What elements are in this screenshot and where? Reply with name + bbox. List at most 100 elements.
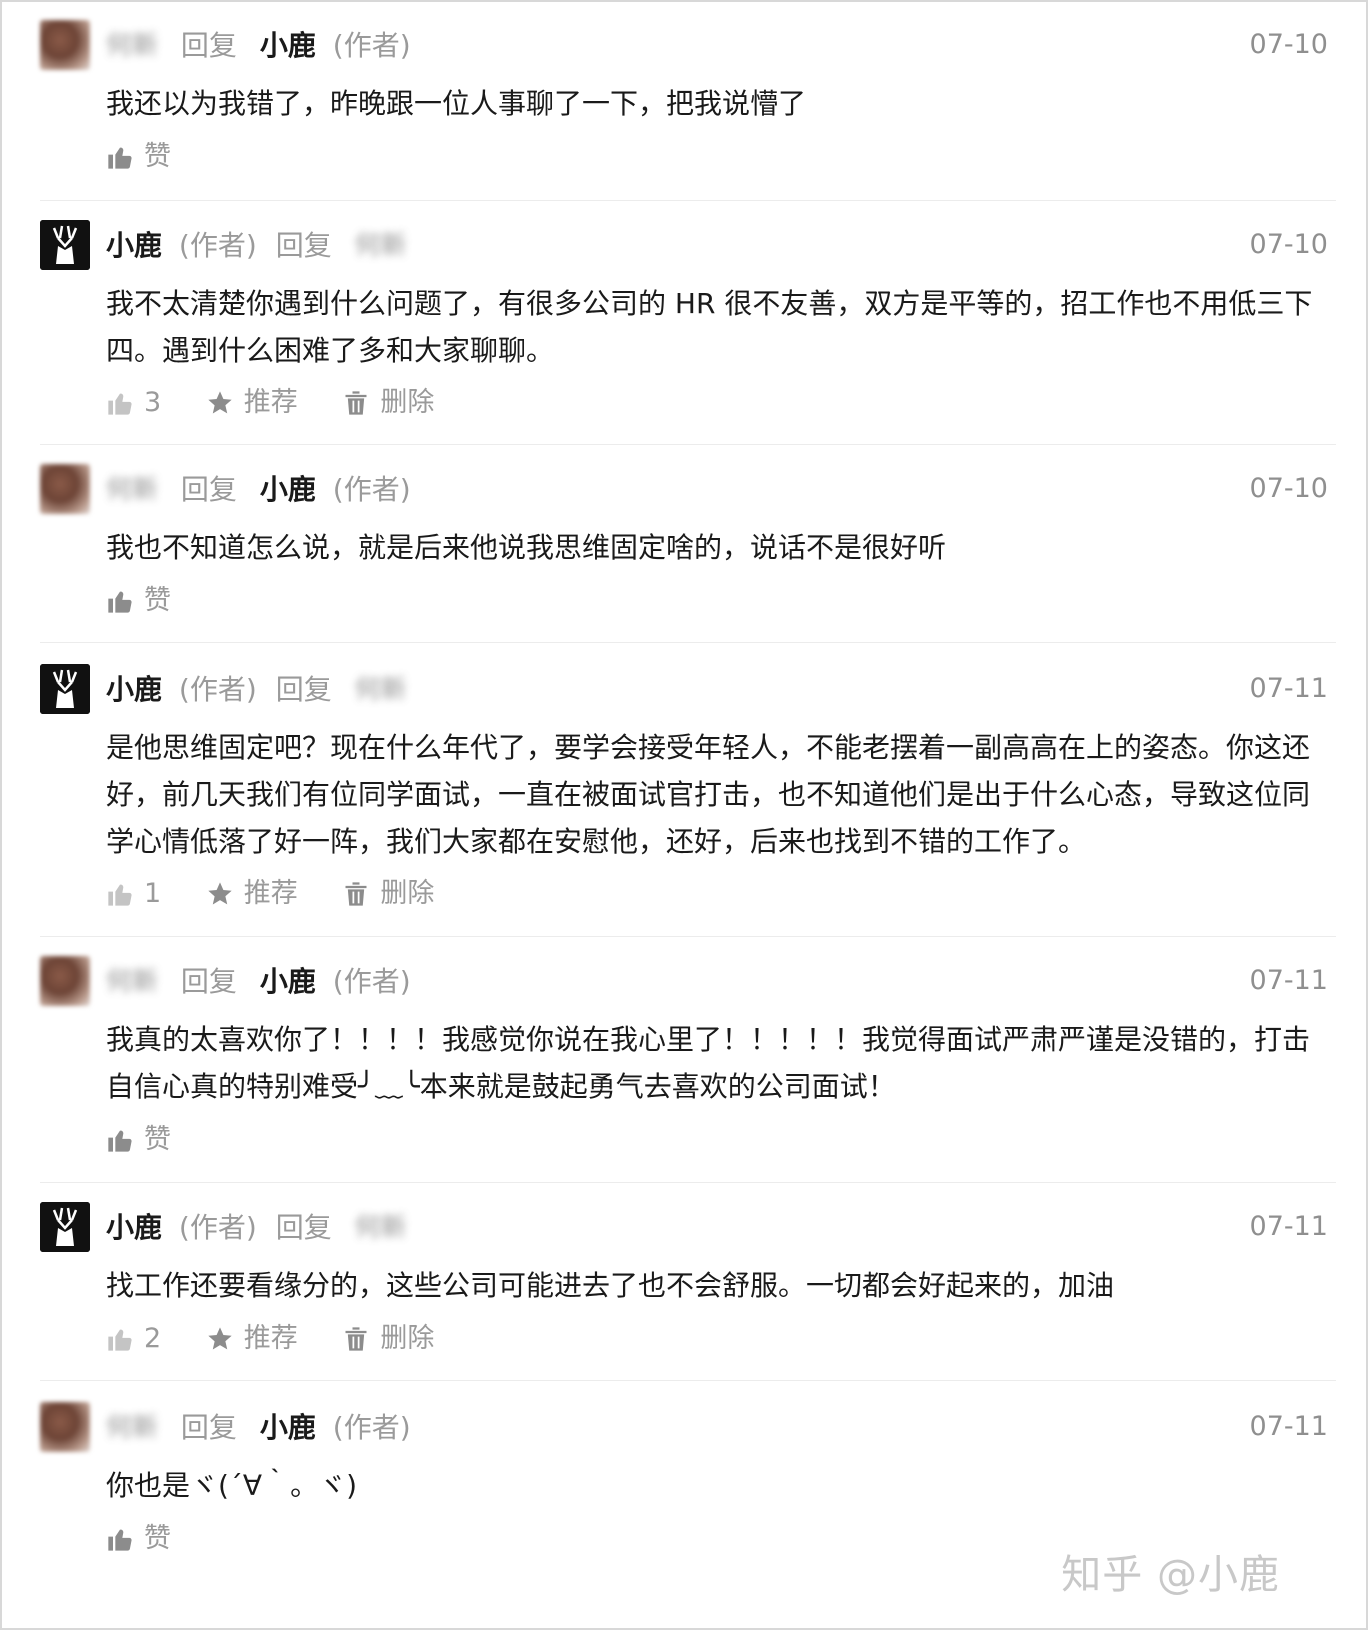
author-name[interactable]: 小鹿 xyxy=(260,29,316,62)
thumbs-up-icon xyxy=(106,143,134,171)
comment-item: 小鹿 (作者) 回复 何新 07-10 我不太清楚你遇到什么问题了，有很多公司的… xyxy=(40,220,1336,445)
author-tag: (作者) xyxy=(332,473,411,506)
reply-word: 回复 xyxy=(180,29,237,62)
comment-date: 07-11 xyxy=(1249,965,1328,996)
delete-button[interactable]: 删除 xyxy=(342,874,434,914)
comment-item: 小鹿 (作者) 回复 何新 07-11 是他思维固定吧？现在什么年代了，要学会接… xyxy=(40,664,1336,937)
comment-date: 07-11 xyxy=(1249,673,1328,704)
comment-text: 我还以为我错了，昨晚跟一位人事聊了一下，把我说懵了 xyxy=(106,87,807,120)
author-name[interactable]: 小鹿 xyxy=(260,965,316,998)
comment-actions: 1 推荐 删除 xyxy=(106,874,470,914)
like-label: 赞 xyxy=(144,585,171,616)
author-name[interactable]: 小鹿 xyxy=(106,1211,162,1244)
thumbs-up-icon xyxy=(106,1325,134,1353)
author-avatar[interactable] xyxy=(40,220,90,270)
star-icon xyxy=(206,1325,234,1353)
comment-item: 何新 回复 小鹿 (作者) 07-11 我真的太喜欢你了！！！！我感觉你说在我心… xyxy=(40,956,1336,1183)
comment-date: 07-10 xyxy=(1249,29,1328,60)
user-name[interactable]: 何新 xyxy=(355,221,407,271)
author-avatar[interactable] xyxy=(40,664,90,714)
comment-text: 找工作还要看缘分的，这些公司可能进去了也不会舒服。一切都会好起来的，加油 xyxy=(106,1269,1115,1302)
trash-icon xyxy=(342,1325,370,1353)
deer-icon xyxy=(40,220,90,270)
like-button[interactable]: 赞 xyxy=(106,1120,171,1160)
comment-text: 我也不知道怎么说，就是后来他说我思维固定啥的，说话不是很好听 xyxy=(106,531,947,564)
delete-button[interactable]: 删除 xyxy=(342,383,434,423)
reply-word: 回复 xyxy=(275,229,332,262)
author-tag: (作者) xyxy=(178,1211,257,1244)
like-button[interactable]: 3 xyxy=(106,383,161,423)
thumbs-up-icon xyxy=(106,1126,134,1154)
avatar[interactable] xyxy=(40,1402,90,1452)
avatar[interactable] xyxy=(40,20,90,70)
comment-actions: 3 推荐 删除 xyxy=(106,383,470,423)
reply-word: 回复 xyxy=(180,473,237,506)
author-tag: (作者) xyxy=(178,673,257,706)
user-name[interactable]: 何新 xyxy=(106,21,158,71)
like-button[interactable]: 赞 xyxy=(106,137,171,177)
like-count: 1 xyxy=(144,878,162,909)
thumbs-up-icon xyxy=(106,880,134,908)
author-tag: (作者) xyxy=(332,965,411,998)
like-button[interactable]: 赞 xyxy=(106,1519,171,1559)
delete-label: 删除 xyxy=(380,387,435,418)
delete-label: 删除 xyxy=(380,878,435,909)
comment-actions: 赞 xyxy=(106,137,207,177)
like-button[interactable]: 1 xyxy=(106,874,161,914)
comment-thread-frame: 何新 回复 小鹿 (作者) 07-10 我还以为我错了，昨晚跟一位人事聊了一下，… xyxy=(0,0,1368,1630)
comment-text: 你也是ヾ(´∀｀。ヾ) xyxy=(106,1469,358,1502)
user-name[interactable]: 何新 xyxy=(106,465,158,515)
author-name[interactable]: 小鹿 xyxy=(106,229,162,262)
comment-actions: 赞 xyxy=(106,1519,207,1559)
comment-date: 07-11 xyxy=(1249,1211,1328,1242)
user-name[interactable]: 何新 xyxy=(355,665,407,715)
comment-text: 是他思维固定吧？现在什么年代了，要学会接受年轻人，不能老摆着一副高高在上的姿态。… xyxy=(106,731,1311,858)
like-label: 赞 xyxy=(144,141,171,172)
thumbs-up-icon xyxy=(106,587,134,615)
comment-date: 07-10 xyxy=(1249,229,1328,260)
reply-word: 回复 xyxy=(180,1411,237,1444)
avatar[interactable] xyxy=(40,464,90,514)
like-count: 2 xyxy=(144,1323,162,1354)
like-button[interactable]: 2 xyxy=(106,1319,161,1359)
star-icon xyxy=(206,880,234,908)
comment-header: 何新 回复 小鹿 (作者) xyxy=(106,464,421,514)
recommend-label: 推荐 xyxy=(243,1323,298,1354)
like-button[interactable]: 赞 xyxy=(106,581,171,621)
recommend-button[interactable]: 推荐 xyxy=(206,383,298,423)
watermark: 知乎 @小鹿 xyxy=(1061,1552,1280,1598)
reply-word: 回复 xyxy=(180,965,237,998)
recommend-button[interactable]: 推荐 xyxy=(206,874,298,914)
comment-text: 我真的太喜欢你了！！！！我感觉你说在我心里了！！！！！我觉得面试严肃严谨是没错的… xyxy=(106,1023,1311,1103)
comment-header: 何新 回复 小鹿 (作者) xyxy=(106,1402,421,1452)
recommend-label: 推荐 xyxy=(243,878,298,909)
comment-item: 何新 回复 小鹿 (作者) 07-10 我还以为我错了，昨晚跟一位人事聊了一下，… xyxy=(40,20,1336,201)
author-name[interactable]: 小鹿 xyxy=(260,473,316,506)
comment-actions: 2 推荐 删除 xyxy=(106,1319,470,1359)
delete-button[interactable]: 删除 xyxy=(342,1319,434,1359)
trash-icon xyxy=(342,389,370,417)
delete-label: 删除 xyxy=(380,1323,435,1354)
avatar[interactable] xyxy=(40,956,90,1006)
thumbs-up-icon xyxy=(106,1525,134,1553)
comment-header: 小鹿 (作者) 回复 何新 xyxy=(106,220,421,270)
comment-header: 小鹿 (作者) 回复 何新 xyxy=(106,664,421,714)
user-name[interactable]: 何新 xyxy=(106,1403,158,1453)
trash-icon xyxy=(342,880,370,908)
author-tag: (作者) xyxy=(332,1411,411,1444)
author-name[interactable]: 小鹿 xyxy=(106,673,162,706)
author-tag: (作者) xyxy=(332,29,411,62)
user-name[interactable]: 何新 xyxy=(355,1203,407,1253)
comment-item: 何新 回复 小鹿 (作者) 07-10 我也不知道怎么说，就是后来他说我思维固定… xyxy=(40,464,1336,643)
recommend-button[interactable]: 推荐 xyxy=(206,1319,298,1359)
user-name[interactable]: 何新 xyxy=(106,957,158,1007)
star-icon xyxy=(206,389,234,417)
comment-actions: 赞 xyxy=(106,1120,207,1160)
comment-actions: 赞 xyxy=(106,581,207,621)
author-avatar[interactable] xyxy=(40,1202,90,1252)
deer-icon xyxy=(40,1202,90,1252)
author-tag: (作者) xyxy=(178,229,257,262)
comment-header: 小鹿 (作者) 回复 何新 xyxy=(106,1202,421,1252)
author-name[interactable]: 小鹿 xyxy=(260,1411,316,1444)
comment-header: 何新 回复 小鹿 (作者) xyxy=(106,20,421,70)
